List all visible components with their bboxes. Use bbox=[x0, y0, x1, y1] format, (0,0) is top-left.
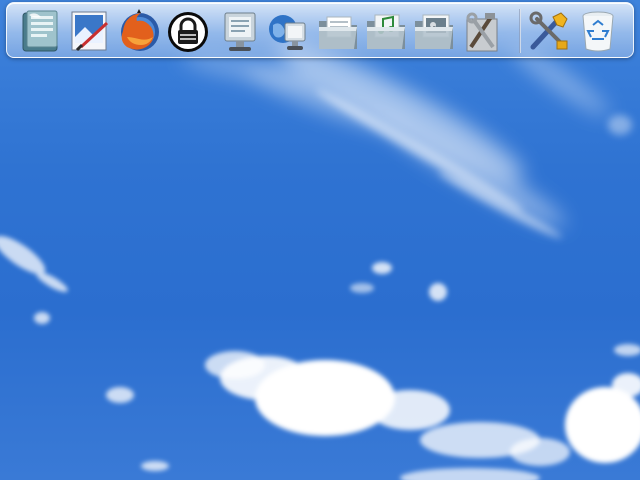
recycle-bin-icon bbox=[582, 11, 614, 52]
desktop bbox=[0, 0, 640, 480]
settings-tools-icon bbox=[529, 11, 568, 50]
folder-documents-icon bbox=[319, 16, 357, 49]
settings-launcher[interactable] bbox=[527, 7, 573, 55]
image-editor-launcher[interactable] bbox=[67, 7, 113, 55]
documents-folder-launcher[interactable] bbox=[315, 7, 361, 55]
pictures-folder-launcher[interactable] bbox=[411, 7, 457, 55]
padlock-icon bbox=[168, 12, 208, 52]
network-globe-icon bbox=[269, 15, 306, 50]
tools-hammer-wrench-icon bbox=[466, 12, 498, 52]
system-tools-launcher[interactable] bbox=[459, 7, 505, 55]
wallpaper-sky bbox=[0, 41, 640, 480]
office-document-icon bbox=[22, 10, 58, 52]
firefox-launcher[interactable] bbox=[117, 7, 163, 55]
folder-music-icon bbox=[367, 14, 405, 49]
my-computer-launcher[interactable] bbox=[217, 7, 263, 55]
office-writer-launcher[interactable] bbox=[19, 7, 65, 55]
trash-launcher[interactable] bbox=[575, 7, 621, 55]
lock-screen-launcher[interactable] bbox=[165, 7, 211, 55]
firefox-globe-icon bbox=[121, 9, 159, 51]
music-folder-launcher[interactable] bbox=[363, 7, 409, 55]
network-launcher[interactable] bbox=[265, 7, 311, 55]
cumulus-cloud bbox=[205, 344, 640, 480]
folder-pictures-icon bbox=[415, 14, 453, 49]
paint-brush-canvas-icon bbox=[71, 11, 109, 52]
launcher-dock bbox=[6, 2, 634, 58]
dock-separator bbox=[519, 9, 521, 53]
computer-monitor-icon bbox=[224, 12, 256, 51]
